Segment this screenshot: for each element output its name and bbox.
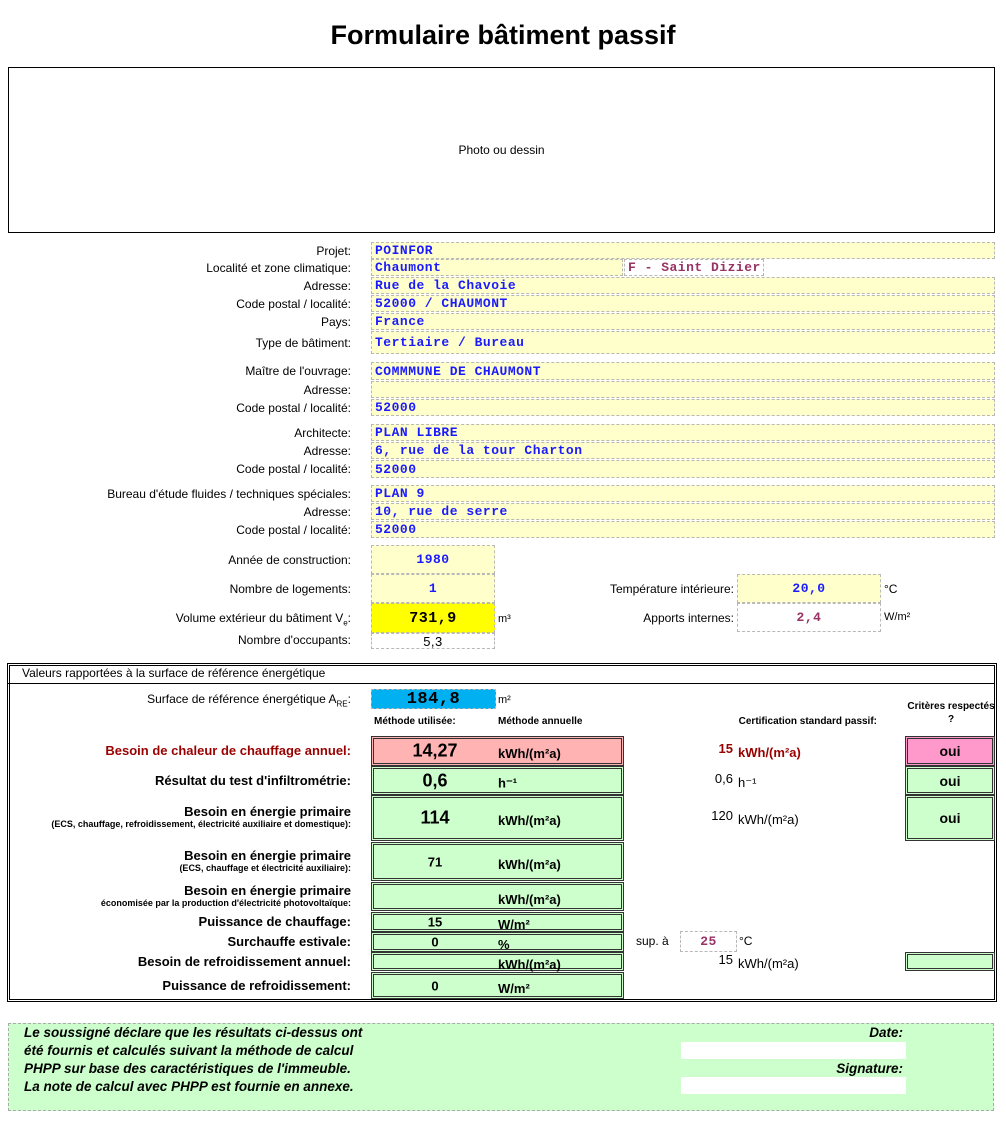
result-label: Puissance de refroidissement: <box>162 977 351 993</box>
dwellings-field[interactable]: 1 <box>371 574 495 603</box>
cert-unit: h⁻¹ <box>738 774 757 790</box>
photo-area[interactable]: Photo ou dessin <box>8 67 995 233</box>
declaration-line: La note de calcul avec PHPP est fournie … <box>24 1079 354 1094</box>
project-label: Pays: <box>320 314 351 329</box>
gains-unit: W/m² <box>884 611 911 623</box>
gains-label: Apports internes: <box>643 611 734 625</box>
page-title: Formulaire bâtiment passif <box>330 20 676 50</box>
project-field[interactable]: France <box>371 313 995 330</box>
project-field[interactable]: COMMMUNE DE CHAUMONT <box>371 362 995 380</box>
declaration-panel: Le soussigné déclare que les résultats c… <box>8 1023 994 1111</box>
project-field[interactable]: 52000 / CHAUMONT <box>371 295 995 312</box>
result-box: 0,6 h⁻¹ <box>371 766 624 795</box>
photo-placeholder: Photo ou dessin <box>458 143 545 157</box>
project-label: Adresse: <box>303 504 351 519</box>
year-label: Année de construction: <box>228 553 351 567</box>
cert-unit: kWh/(m²a) <box>738 812 799 827</box>
project-field[interactable]: Chaumont <box>371 259 623 276</box>
area-label: Surface de référence énergétique ARE: <box>147 692 351 709</box>
project-field[interactable]: 52000 <box>371 399 995 416</box>
declaration-line: Le soussigné déclare que les résultats c… <box>24 1025 363 1040</box>
signature-field[interactable] <box>681 1077 906 1094</box>
criteria-result <box>905 952 995 971</box>
volume-label: Volume extérieur du bâtiment Ve: <box>175 611 351 628</box>
project-label: Architecte: <box>294 425 351 440</box>
criteria-result: oui <box>905 736 995 766</box>
temp-field[interactable]: 20,0 <box>737 574 881 603</box>
result-label: Puissance de chauffage: <box>198 914 351 929</box>
project-field[interactable] <box>371 381 995 398</box>
project-field[interactable]: Tertiaire / Bureau <box>371 331 995 354</box>
project-field[interactable]: 10, rue de serre <box>371 503 995 520</box>
project-label: Bureau d'étude fluides / techniques spéc… <box>107 486 351 501</box>
result-label: Besoin en énergie primaire (ECS, chauffag… <box>179 847 351 873</box>
project-field[interactable]: POINFOR <box>371 242 995 259</box>
project-label: Adresse: <box>303 382 351 397</box>
occupants-field: 5,3 <box>371 633 495 649</box>
cert-unit: kWh/(m²a) <box>738 955 799 971</box>
project-field[interactable]: 52000 <box>371 460 995 478</box>
result-box: 14,27 kWh/(m²a) <box>371 736 624 766</box>
project-field[interactable]: PLAN LIBRE <box>371 424 995 441</box>
year-field[interactable]: 1980 <box>371 545 495 574</box>
result-box: kWh/(m²a) <box>371 952 624 971</box>
project-field[interactable]: PLAN 9 <box>371 485 995 502</box>
result-box: 114 kWh/(m²a) <box>371 795 624 841</box>
project-label: Adresse: <box>303 443 351 458</box>
date-label: Date: <box>869 1025 903 1040</box>
project-label: Adresse: <box>303 278 351 293</box>
cert-value: 0,6 <box>714 770 733 786</box>
cert-value: 15 <box>718 951 733 967</box>
signature-label: Signature: <box>836 1061 903 1076</box>
criteria-result: oui <box>905 795 995 841</box>
date-field[interactable] <box>681 1042 906 1059</box>
project-field[interactable]: 52000 <box>371 521 995 538</box>
result-label: Besoin de refroidissement annuel: <box>137 953 351 969</box>
method-label: Méthode utilisée: <box>374 716 456 727</box>
project-label: Projet: <box>316 243 351 258</box>
cert-value: 15 <box>718 741 733 756</box>
project-label: Code postal / localité: <box>236 296 351 311</box>
criteria-result: oui <box>905 766 995 795</box>
result-label: Besoin de chaleur de chauffage annuel: <box>105 743 351 758</box>
declaration-line: PHPP sur base des caractéristiques de l'… <box>24 1061 351 1076</box>
project-label: Maître de l'ouvrage: <box>245 364 351 378</box>
area-field: 184,8 <box>371 689 496 709</box>
result-box: 0 W/m² <box>371 972 624 999</box>
cert-label: Certification standard passif: <box>738 716 877 727</box>
temp-unit: °C <box>884 582 898 596</box>
climate-zone-field[interactable]: F - Saint Dizier <box>624 259 764 276</box>
overheat-prefix: sup. à <box>636 934 669 948</box>
result-label: Surchauffe estivale: <box>227 934 351 949</box>
overheat-unit: °C <box>739 934 753 948</box>
project-label: Type de bâtiment: <box>255 335 351 350</box>
project-label: Code postal / localité: <box>236 522 351 537</box>
project-field[interactable]: 6, rue de la tour Charton <box>371 442 995 459</box>
occupants-label: Nombre d'occupants: <box>237 633 351 647</box>
project-label: Localité et zone climatique: <box>206 260 351 275</box>
gains-field[interactable]: 2,4 <box>737 603 881 632</box>
area-unit: m² <box>498 694 511 706</box>
cert-unit: kWh/(m²a) <box>738 745 801 760</box>
temp-label: Température intérieure: <box>609 582 734 596</box>
result-label: Résultat du test d'infiltrométrie: <box>155 772 351 788</box>
result-box: 71 kWh/(m²a) <box>371 842 624 881</box>
criteria-label: Critères respectés ? <box>907 701 995 725</box>
results-header: Valeurs rapportées à la surface de référ… <box>8 666 995 684</box>
method-value: Méthode annuelle <box>498 716 583 727</box>
volume-unit: m³ <box>498 613 511 625</box>
declaration-line: été fournis et calculés suivant la métho… <box>24 1043 354 1058</box>
cert-value: 120 <box>711 808 733 823</box>
result-box: 0% <box>371 932 624 952</box>
project-field[interactable]: Rue de la Chavoie <box>371 277 995 294</box>
overheat-threshold-field[interactable]: 25 <box>680 931 737 952</box>
result-label: Besoin en énergie primaire économisée par… <box>100 882 351 908</box>
dwellings-label: Nombre de logements: <box>229 582 351 596</box>
project-label: Code postal / localité: <box>236 462 351 476</box>
result-box: 15 W/m² <box>371 912 624 932</box>
volume-field[interactable]: 731,9 <box>371 603 495 633</box>
result-label: Besoin en énergie primaire (ECS, chauffag… <box>51 804 351 829</box>
result-box: kWh/(m²a) <box>371 882 624 911</box>
project-label: Code postal / localité: <box>236 400 351 415</box>
